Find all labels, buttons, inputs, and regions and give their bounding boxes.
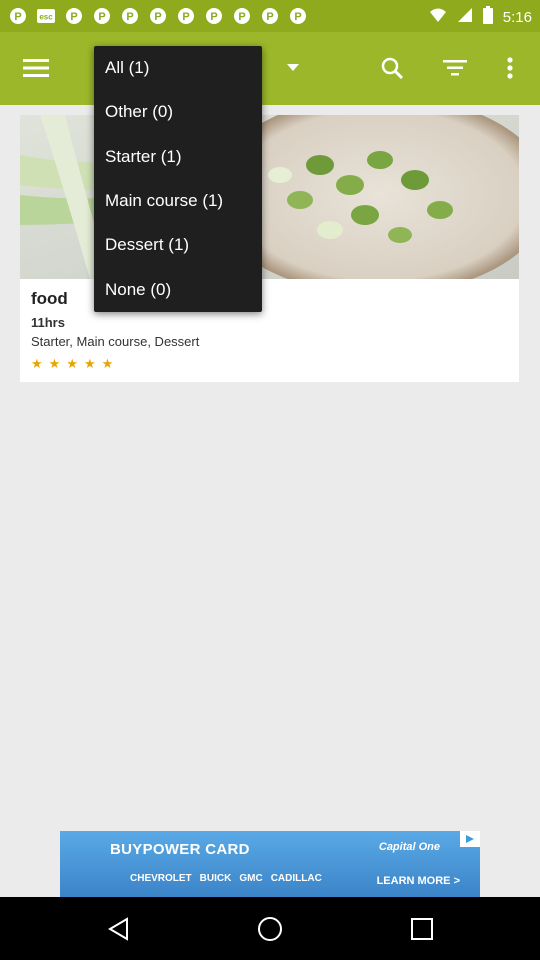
pinterest-icon: P [288, 6, 308, 26]
svg-text:P: P [14, 11, 21, 23]
system-nav-bar [0, 897, 540, 960]
esc-icon: esc [36, 6, 56, 26]
ad-brand-gmc: GMC [239, 873, 263, 884]
svg-text:P: P [98, 11, 105, 23]
svg-text:P: P [210, 11, 217, 23]
ad-brand-buick: BUICK [199, 873, 232, 884]
system-status: 5:16 [429, 6, 532, 28]
rating-stars: ★ ★ ★ ★ ★ [31, 356, 113, 372]
recents-icon[interactable] [406, 913, 438, 945]
pinterest-icon: P [232, 6, 252, 26]
ad-sponsor-logo: Capital One [378, 841, 440, 853]
svg-text:P: P [70, 11, 77, 23]
ad-brand-chevrolet: CHEVROLET [130, 873, 192, 884]
category-dropdown-menu: All (1) Other (0) Starter (1) Main cours… [94, 46, 262, 312]
recipe-title: food [31, 289, 68, 308]
star-icon: ★ [83, 356, 96, 371]
home-icon[interactable] [254, 913, 286, 945]
menu-item-none[interactable]: None (0) [94, 267, 262, 311]
menu-hamburger-icon[interactable] [16, 48, 56, 88]
ad-title: BUYPOWER CARD [110, 841, 250, 858]
menu-item-other[interactable]: Other (0) [94, 90, 262, 134]
star-icon: ★ [66, 356, 78, 371]
status-bar: P esc P P P P P P P P P 5:16 [0, 0, 540, 32]
star-icon: ★ [101, 356, 114, 371]
pinterest-icon: P [148, 6, 168, 26]
ad-brand-cadillac: CADILLAC [270, 873, 322, 884]
star-icon: ★ [31, 356, 43, 371]
pinterest-icon: P [204, 6, 224, 26]
more-options-icon[interactable] [490, 48, 530, 88]
search-icon[interactable] [372, 48, 412, 88]
svg-text:P: P [238, 11, 245, 23]
pinterest-icon: P [8, 6, 28, 26]
pinterest-icon: P [120, 6, 140, 26]
svg-text:P: P [154, 11, 161, 23]
svg-text:esc: esc [39, 13, 53, 22]
svg-text:P: P [126, 11, 133, 23]
star-icon: ★ [48, 356, 61, 371]
sort-filter-icon[interactable] [435, 48, 475, 88]
ad-brand-logos: CHEVROLET BUICK GMC CADILLAC [130, 873, 322, 884]
recipe-categories: Starter, Main course, Dessert [31, 334, 200, 349]
menu-item-dessert[interactable]: Dessert (1) [94, 223, 262, 267]
clock-time: 5:16 [502, 8, 532, 26]
app-bar [0, 32, 540, 105]
menu-item-main-course[interactable]: Main course (1) [94, 179, 262, 223]
signal-icon [457, 7, 473, 27]
svg-text:P: P [182, 11, 189, 23]
back-icon[interactable] [102, 913, 134, 945]
pinterest-icon: P [92, 6, 112, 26]
svg-text:P: P [294, 11, 301, 23]
ad-choices-icon[interactable] [460, 831, 480, 847]
wifi-icon [429, 7, 447, 27]
pinterest-icon: P [176, 6, 196, 26]
notification-icons: P esc P P P P P P P P P [8, 6, 308, 26]
battery-icon [482, 6, 493, 28]
ad-banner[interactable]: BUYPOWER CARD Capital One CHEVROLET BUIC… [60, 831, 480, 897]
svg-text:P: P [266, 11, 273, 23]
pinterest-icon: P [64, 6, 84, 26]
dropdown-arrow-icon[interactable] [273, 48, 313, 88]
ad-learn-more-button[interactable]: LEARN MORE > [377, 875, 460, 887]
menu-item-all[interactable]: All (1) [94, 46, 262, 90]
pinterest-icon: P [260, 6, 280, 26]
menu-item-starter[interactable]: Starter (1) [94, 135, 262, 179]
recipe-time: 11hrs [31, 315, 65, 330]
